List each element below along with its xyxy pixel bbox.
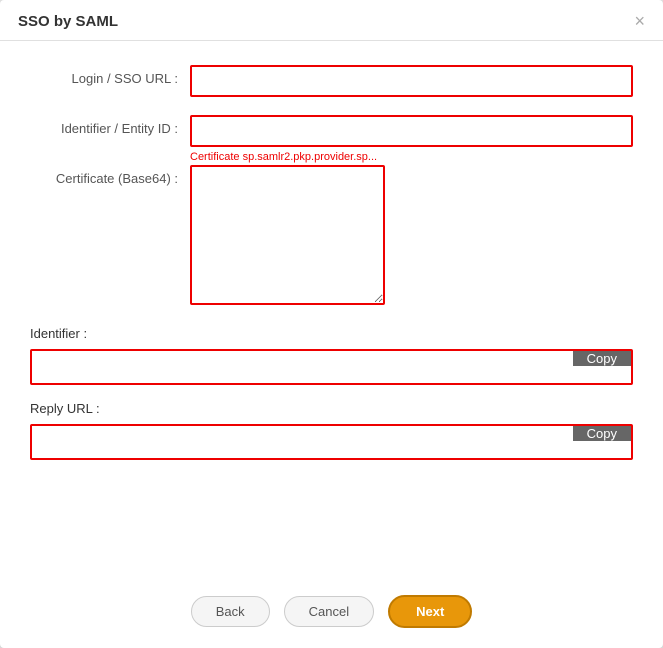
identifier-copy-button[interactable]: Copy bbox=[573, 351, 631, 366]
identifier-copy-wrapper: Copy bbox=[30, 349, 633, 385]
reply-url-section: Reply URL : Copy bbox=[30, 401, 633, 460]
next-button[interactable]: Next bbox=[388, 595, 472, 628]
identifier-section: Identifier : Copy bbox=[30, 326, 633, 385]
identifier-copy-input[interactable] bbox=[32, 351, 573, 383]
reply-url-copy-button[interactable]: Copy bbox=[573, 426, 631, 441]
certificate-group: Certificate (Base64) : Certificate sp.sa… bbox=[30, 165, 633, 308]
identifier-section-label: Identifier : bbox=[30, 326, 633, 341]
certificate-textarea[interactable] bbox=[190, 165, 385, 305]
certificate-wrapper: Certificate sp.samlr2.pkp.provider.sp... bbox=[190, 165, 633, 308]
reply-url-copy-wrapper: Copy bbox=[30, 424, 633, 460]
identifier-entity-id-group: Identifier / Entity ID : bbox=[30, 115, 633, 147]
reply-url-copy-input[interactable] bbox=[32, 426, 573, 458]
dialog-header: SSO by SAML × bbox=[0, 0, 663, 41]
identifier-entity-id-label: Identifier / Entity ID : bbox=[30, 115, 190, 136]
certificate-label: Certificate (Base64) : bbox=[30, 165, 190, 186]
reply-url-section-label: Reply URL : bbox=[30, 401, 633, 416]
dialog-footer: Back Cancel Next bbox=[0, 581, 663, 648]
close-icon[interactable]: × bbox=[634, 12, 645, 30]
dialog-title: SSO by SAML bbox=[18, 13, 118, 30]
certificate-hint: Certificate sp.samlr2.pkp.provider.sp... bbox=[190, 151, 377, 163]
login-sso-url-input[interactable] bbox=[190, 65, 633, 97]
login-sso-url-label: Login / SSO URL : bbox=[30, 65, 190, 86]
login-sso-url-group: Login / SSO URL : bbox=[30, 65, 633, 97]
identifier-entity-id-input[interactable] bbox=[190, 115, 633, 147]
back-button[interactable]: Back bbox=[191, 596, 270, 627]
sso-saml-dialog: SSO by SAML × Login / SSO URL : Identifi… bbox=[0, 0, 663, 648]
cancel-button[interactable]: Cancel bbox=[284, 596, 374, 627]
dialog-body: Login / SSO URL : Identifier / Entity ID… bbox=[0, 41, 663, 581]
